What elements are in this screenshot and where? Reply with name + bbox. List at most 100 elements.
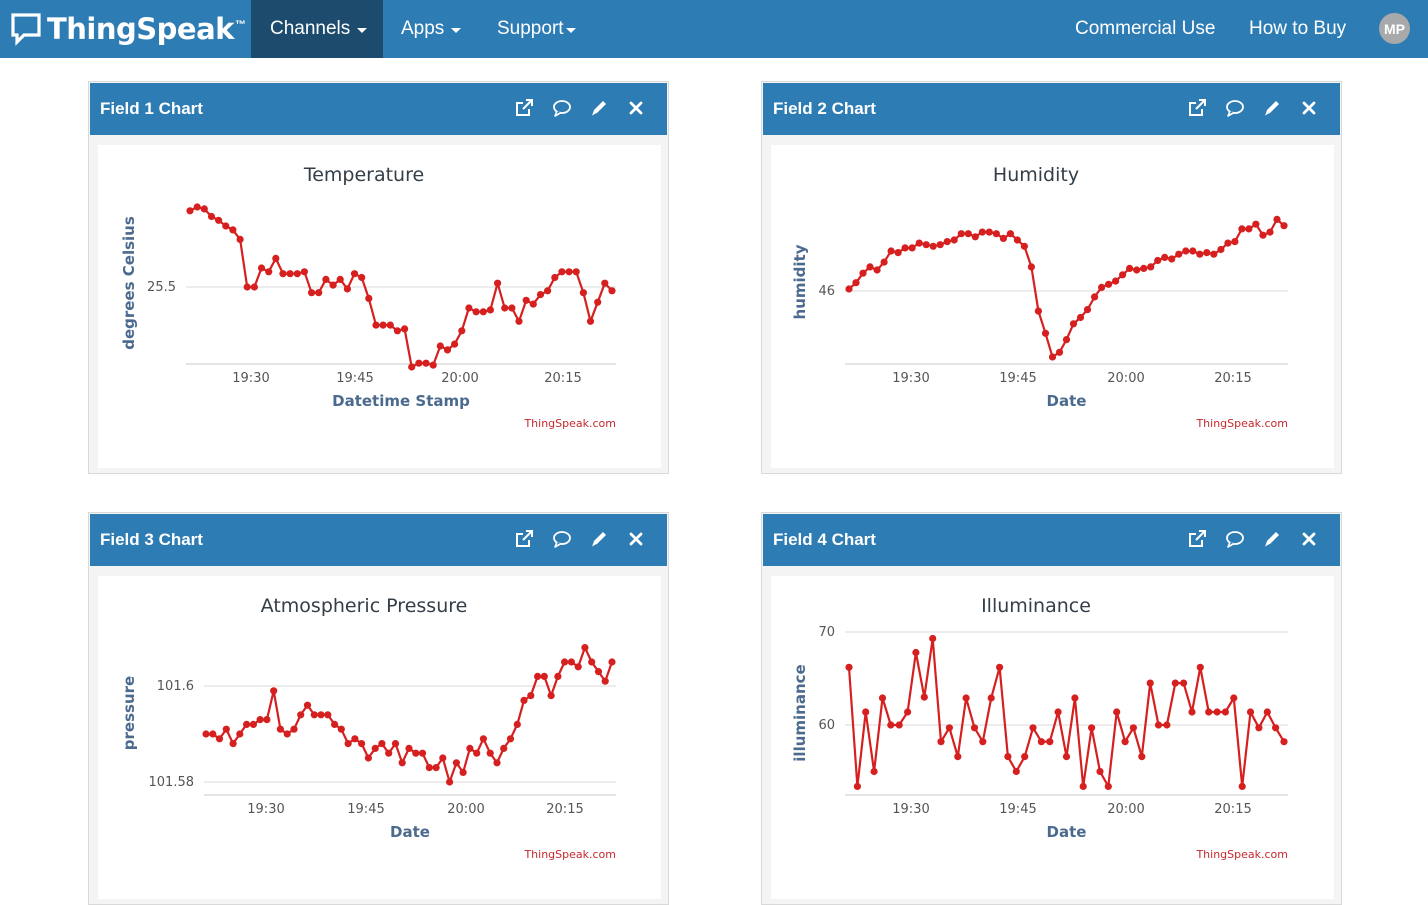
data-point (996, 663, 1004, 671)
brand-logo[interactable]: ThingSpeak ™ (10, 7, 246, 51)
comment-icon[interactable] (551, 528, 573, 550)
data-point (215, 216, 223, 224)
data-point (1121, 738, 1129, 746)
data-point (1189, 247, 1197, 255)
data-point (286, 270, 294, 278)
chat-bubble-icon (11, 13, 41, 46)
data-point (1013, 236, 1022, 244)
chart-area: Temperature 25.5 19:30 19:45 20:00 20:15 Datet… (98, 145, 661, 468)
data-point (520, 696, 528, 705)
pencil-icon[interactable] (1261, 97, 1283, 119)
data-point (432, 764, 440, 772)
chart-credit: ThingSpeak.com (523, 417, 616, 430)
data-point (922, 241, 930, 249)
data-point (506, 735, 515, 743)
data-point (493, 759, 501, 767)
comment-icon[interactable] (551, 97, 573, 119)
data-point (513, 720, 521, 729)
pencil-icon[interactable] (588, 97, 610, 119)
data-point (358, 273, 366, 282)
data-point (1096, 767, 1104, 776)
x-tick-label: 19:30 (232, 371, 269, 386)
nav-channels-menu[interactable]: Channels (251, 0, 383, 58)
close-icon[interactable] (1298, 97, 1320, 119)
data-point (270, 687, 278, 695)
y-tick-label: 101.6 (157, 679, 194, 694)
data-point (586, 317, 595, 325)
comment-icon[interactable] (1224, 528, 1246, 550)
nav-support-menu[interactable]: Support (497, 0, 576, 58)
pencil-icon[interactable] (588, 528, 610, 550)
nav-how-to-buy-link[interactable]: How to Buy (1249, 0, 1346, 58)
y-tick-label: 60 (818, 718, 835, 733)
data-point (1182, 247, 1190, 255)
y-axis-label: pressure (120, 676, 138, 750)
data-point (608, 287, 616, 295)
data-point (1029, 724, 1037, 732)
data-point (1259, 231, 1267, 239)
data-point (446, 778, 454, 786)
data-point (329, 281, 337, 289)
data-point (534, 672, 542, 681)
user-avatar[interactable]: MP (1379, 13, 1410, 44)
comment-icon[interactable] (1224, 97, 1246, 119)
data-point (1004, 753, 1012, 761)
data-point (1272, 724, 1280, 732)
data-point (608, 658, 616, 666)
data-point (1252, 220, 1260, 228)
field-2-chart-panel: Field 2 Chart Humidity 46 19:30 19:45 20:00 20… (761, 81, 1342, 474)
close-icon[interactable] (1298, 528, 1320, 550)
data-point (594, 668, 603, 676)
open-external-icon[interactable] (1186, 97, 1208, 119)
chart-title: Temperature (303, 164, 424, 186)
chart-title: Atmospheric Pressure (261, 595, 468, 617)
data-point (1062, 753, 1071, 761)
data-point (256, 716, 264, 724)
data-point (558, 268, 566, 276)
data-point (1231, 238, 1239, 246)
y-tick-label: 25.5 (147, 280, 176, 295)
pencil-icon[interactable] (1261, 528, 1283, 550)
data-point (565, 268, 573, 276)
panel-header: Field 1 Chart (90, 83, 667, 135)
field-4-chart-panel: Field 4 Chart Illuminance 70 60 19:30 19:45 20… (761, 512, 1342, 905)
nav-commercial-use-link[interactable]: Commercial Use (1075, 0, 1215, 58)
data-point (425, 764, 433, 772)
data-point (412, 749, 420, 757)
data-point (324, 711, 332, 719)
data-point (1021, 753, 1029, 761)
x-tick-label: 20:00 (447, 802, 484, 817)
data-point (1205, 708, 1213, 716)
data-point (344, 740, 352, 748)
nav-apps-label: Apps (401, 18, 445, 39)
data-point (443, 346, 452, 354)
close-icon[interactable] (625, 528, 647, 550)
x-tick-label: 20:15 (544, 371, 581, 386)
open-external-icon[interactable] (513, 97, 535, 119)
data-point (1280, 738, 1288, 746)
panel-header: Field 2 Chart (763, 83, 1340, 135)
open-external-icon[interactable] (513, 528, 535, 550)
data-point (915, 239, 923, 247)
close-icon[interactable] (625, 97, 647, 119)
data-point (429, 361, 437, 369)
data-point (1112, 277, 1120, 285)
nav-apps-menu[interactable]: Apps (401, 0, 462, 58)
open-external-icon[interactable] (1186, 528, 1208, 550)
data-point (200, 205, 208, 213)
data-point (486, 306, 494, 314)
data-point (315, 289, 323, 297)
data-point (1069, 320, 1078, 328)
y-tick-label: 70 (818, 625, 835, 640)
data-point (229, 740, 237, 748)
data-point (263, 716, 271, 724)
data-point (845, 285, 853, 293)
data-point (1113, 708, 1121, 716)
avatar-initials: MP (1384, 20, 1405, 37)
data-point (439, 754, 447, 762)
data-point (297, 711, 305, 719)
data-point (1263, 708, 1271, 716)
y-tick-label: 101.58 (149, 775, 195, 790)
data-point (243, 283, 251, 291)
data-point (257, 264, 266, 272)
